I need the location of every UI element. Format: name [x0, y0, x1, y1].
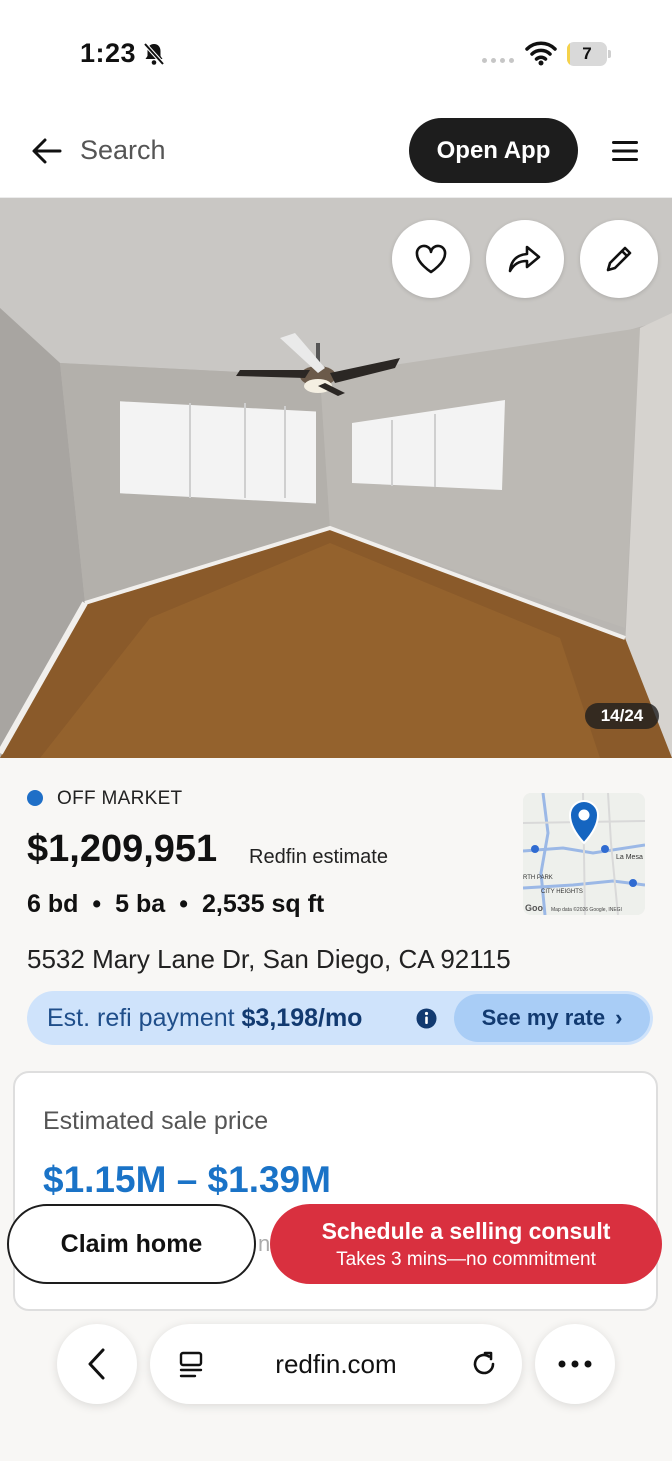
- url-text[interactable]: redfin.com: [150, 1349, 522, 1380]
- sqft: 2,535 sq ft: [201, 890, 325, 918]
- claim-home-button[interactable]: Claim home: [7, 1204, 256, 1284]
- open-app-button[interactable]: Open App: [409, 118, 578, 183]
- see-my-rate-label: See my rate: [481, 1005, 606, 1030]
- price-note: Redfin estimate: [249, 846, 388, 868]
- edit-icon: [606, 246, 632, 272]
- schedule-consult-button[interactable]: Schedule a selling consult Takes 3 mins—…: [270, 1204, 662, 1284]
- see-my-rate-button[interactable]: See my rate ›: [454, 994, 650, 1042]
- consult-subtitle: Takes 3 mins—no commitment: [336, 1248, 596, 1270]
- browser-toolbar: redfin.com: [0, 1300, 672, 1461]
- info-icon[interactable]: [416, 1008, 437, 1029]
- more-icon: [558, 1360, 592, 1368]
- beds: 6 bd: [27, 890, 79, 918]
- chevron-right-icon: ›: [615, 1005, 623, 1030]
- map-label: RTH PARK: [523, 875, 553, 881]
- chevron-left-icon: [88, 1348, 105, 1380]
- signal-icon: [482, 58, 514, 63]
- app-header: Search Open App: [0, 104, 672, 198]
- consult-title: Schedule a selling consult: [321, 1217, 611, 1244]
- photo-counter: 14/24: [585, 703, 659, 729]
- address-bar[interactable]: redfin.com: [150, 1324, 522, 1404]
- battery-icon: 7: [567, 42, 611, 66]
- status-time: 1:23: [80, 38, 137, 68]
- search-link[interactable]: Search: [80, 135, 166, 166]
- baths: 5 ba: [115, 890, 166, 918]
- reload-icon[interactable]: [469, 1349, 499, 1379]
- browser-back-button[interactable]: [57, 1324, 137, 1404]
- back-arrow-icon[interactable]: [30, 136, 64, 166]
- refi-text: Est. refi payment $3,198/mo: [47, 1004, 362, 1033]
- battery-level: 7: [582, 44, 592, 63]
- estimate-range: $1.15M – $1.39M: [43, 1159, 331, 1200]
- share-icon: [508, 245, 541, 273]
- estimate-obscured-text: n: [258, 1231, 271, 1256]
- refi-banner[interactable]: Est. refi payment $3,198/mo See my rate …: [27, 991, 653, 1045]
- bullet-separator: •: [92, 890, 102, 918]
- map-graphic: La Mesa RTH PARK CITY HEIGHTS Goo Map da…: [523, 793, 645, 915]
- share-button[interactable]: [486, 220, 564, 298]
- map-label: CITY HEIGHTS: [541, 889, 583, 895]
- status-dot: [27, 790, 43, 806]
- favorite-button[interactable]: [392, 220, 470, 298]
- hamburger-menu-icon[interactable]: [610, 138, 640, 164]
- listing-address: 5532 Mary Lane Dr, San Diego, CA 92115: [27, 944, 511, 974]
- map-label: La Mesa: [616, 854, 643, 861]
- refi-prefix: Est. refi payment: [47, 1004, 235, 1032]
- browser-more-button[interactable]: [535, 1324, 615, 1404]
- listing-photo[interactable]: 14/24: [0, 198, 672, 758]
- room-photo: [0, 198, 672, 758]
- bullet-separator: •: [179, 890, 188, 918]
- estimate-label: Estimated sale price: [43, 1107, 269, 1135]
- wifi-icon: [525, 41, 557, 66]
- map-thumbnail[interactable]: La Mesa RTH PARK CITY HEIGHTS Goo Map da…: [523, 793, 645, 915]
- heart-icon: [415, 244, 447, 274]
- refi-amount: $3,198/mo: [241, 1004, 363, 1032]
- listing-price: $1,209,951: [27, 828, 218, 870]
- google-logo: Goo: [525, 903, 543, 913]
- listing-status: OFF MARKET: [57, 788, 183, 809]
- bell-slash-icon: [143, 42, 165, 66]
- map-attribution: Map data ©2026 Google, INEGI: [551, 906, 622, 913]
- edit-button[interactable]: [580, 220, 658, 298]
- listing-facts: 6 bd • 5 ba • 2,535 sq ft: [27, 890, 324, 919]
- status-bar: 1:23 7: [0, 0, 672, 104]
